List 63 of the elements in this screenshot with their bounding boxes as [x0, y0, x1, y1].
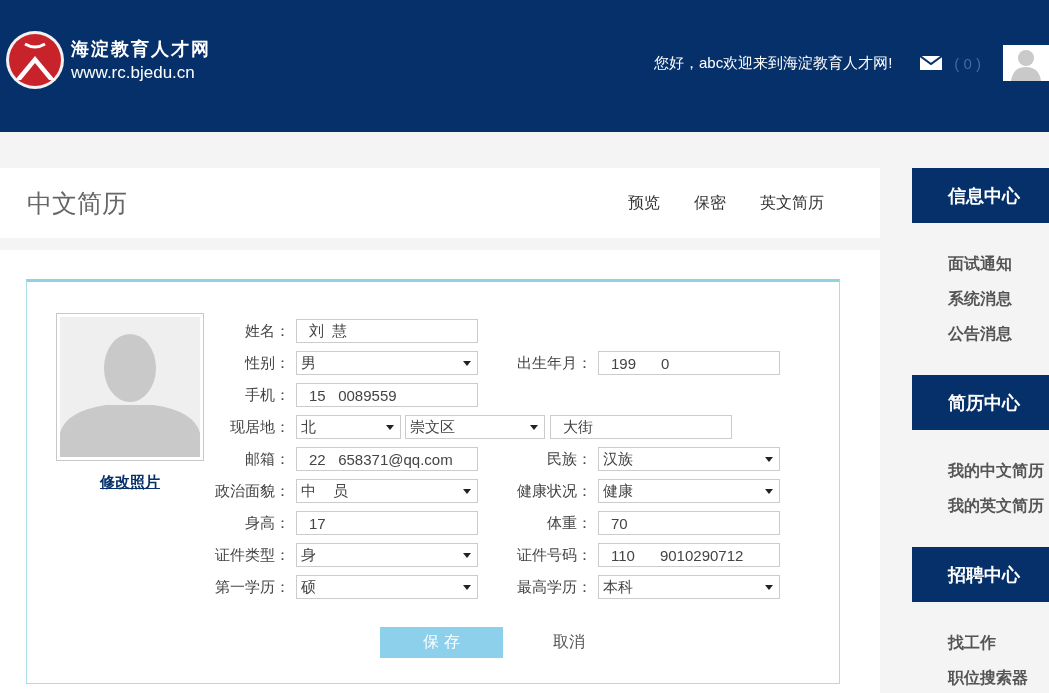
select-field[interactable]: 中 员	[296, 479, 478, 503]
field-label: 性别：	[243, 353, 291, 373]
input-field[interactable]: 199 0	[598, 351, 780, 375]
avatar-placeholder-icon	[56, 313, 204, 461]
field-label: 证件类型：	[214, 545, 291, 565]
input-field[interactable]: 70	[598, 511, 780, 535]
field-label: 邮箱：	[244, 449, 291, 469]
sidebar-item[interactable]: 我的英文简历	[948, 495, 1049, 517]
input-field[interactable]: 110 9010290712	[598, 543, 780, 567]
field-label: 手机：	[244, 385, 291, 405]
caret-icon	[765, 584, 773, 590]
sidebar-item[interactable]: 公告消息	[948, 323, 1049, 345]
field-label: 政治面貌：	[214, 481, 291, 501]
select-field[interactable]: 健康	[598, 479, 780, 503]
greeting-text: 您好，abc欢迎来到海淀教育人才网!	[653, 53, 893, 73]
field-label: 身高：	[244, 513, 291, 533]
field-label: 出生年月：	[516, 353, 593, 373]
change-photo-link[interactable]: 修改照片	[100, 473, 160, 492]
field-label: 姓名：	[244, 321, 291, 341]
field-label: 健康状况：	[516, 481, 593, 501]
field-label: 最高学历：	[516, 577, 593, 597]
caret-icon	[530, 424, 538, 430]
caret-icon	[463, 552, 471, 558]
input-field[interactable]: 17	[296, 511, 478, 535]
sidebar-item[interactable]: 面试通知	[948, 253, 1049, 275]
sidebar-heading: 招聘中心	[912, 547, 1049, 602]
select-field[interactable]: 本科	[598, 575, 780, 599]
header-link[interactable]: 英文简历	[760, 192, 824, 214]
sidebar-item[interactable]: 我的中文简历	[948, 460, 1049, 482]
input-field[interactable]: 大街	[550, 415, 732, 439]
envelope-icon[interactable]	[920, 56, 943, 70]
field-label: 体重：	[546, 513, 593, 533]
sidebar-item[interactable]: 找工作	[948, 632, 1049, 654]
caret-icon	[463, 488, 471, 494]
caret-icon	[463, 360, 471, 366]
header-link[interactable]: 预览	[628, 192, 660, 214]
caret-icon	[386, 424, 394, 430]
caret-icon	[463, 584, 471, 590]
field-label: 民族：	[546, 449, 593, 469]
select-field[interactable]: 硕	[296, 575, 478, 599]
caret-icon	[765, 488, 773, 494]
select-field[interactable]: 身	[296, 543, 478, 567]
field-label: 现居地：	[229, 417, 291, 437]
caret-icon	[765, 456, 773, 462]
select-field[interactable]: 崇文区	[405, 415, 545, 439]
logo-icon	[5, 30, 65, 90]
sidebar-item[interactable]: 系统消息	[948, 288, 1049, 310]
page-title: 中文简历	[27, 187, 127, 220]
input-field[interactable]: 22 658371@qq.com	[296, 447, 478, 471]
field-label: 证件号码：	[516, 545, 593, 565]
sidebar-heading: 信息中心	[912, 168, 1049, 223]
cancel-link[interactable]: 取消	[553, 632, 585, 653]
select-field[interactable]: 北	[296, 415, 401, 439]
select-field[interactable]: 男	[296, 351, 478, 375]
input-field[interactable]: 刘 慧	[296, 319, 478, 343]
header-link[interactable]: 保密	[694, 192, 726, 214]
field-label: 第一学历：	[214, 577, 291, 597]
sidebar-heading: 简历中心	[912, 375, 1049, 430]
site-name: 海淀教育人才网	[71, 37, 211, 61]
input-field[interactable]: 15 0089559	[296, 383, 478, 407]
sidebar-item[interactable]: 职位搜索器	[948, 667, 1049, 689]
site-url: www.rc.bjedu.cn	[71, 63, 196, 83]
select-field[interactable]: 汉族	[598, 447, 780, 471]
